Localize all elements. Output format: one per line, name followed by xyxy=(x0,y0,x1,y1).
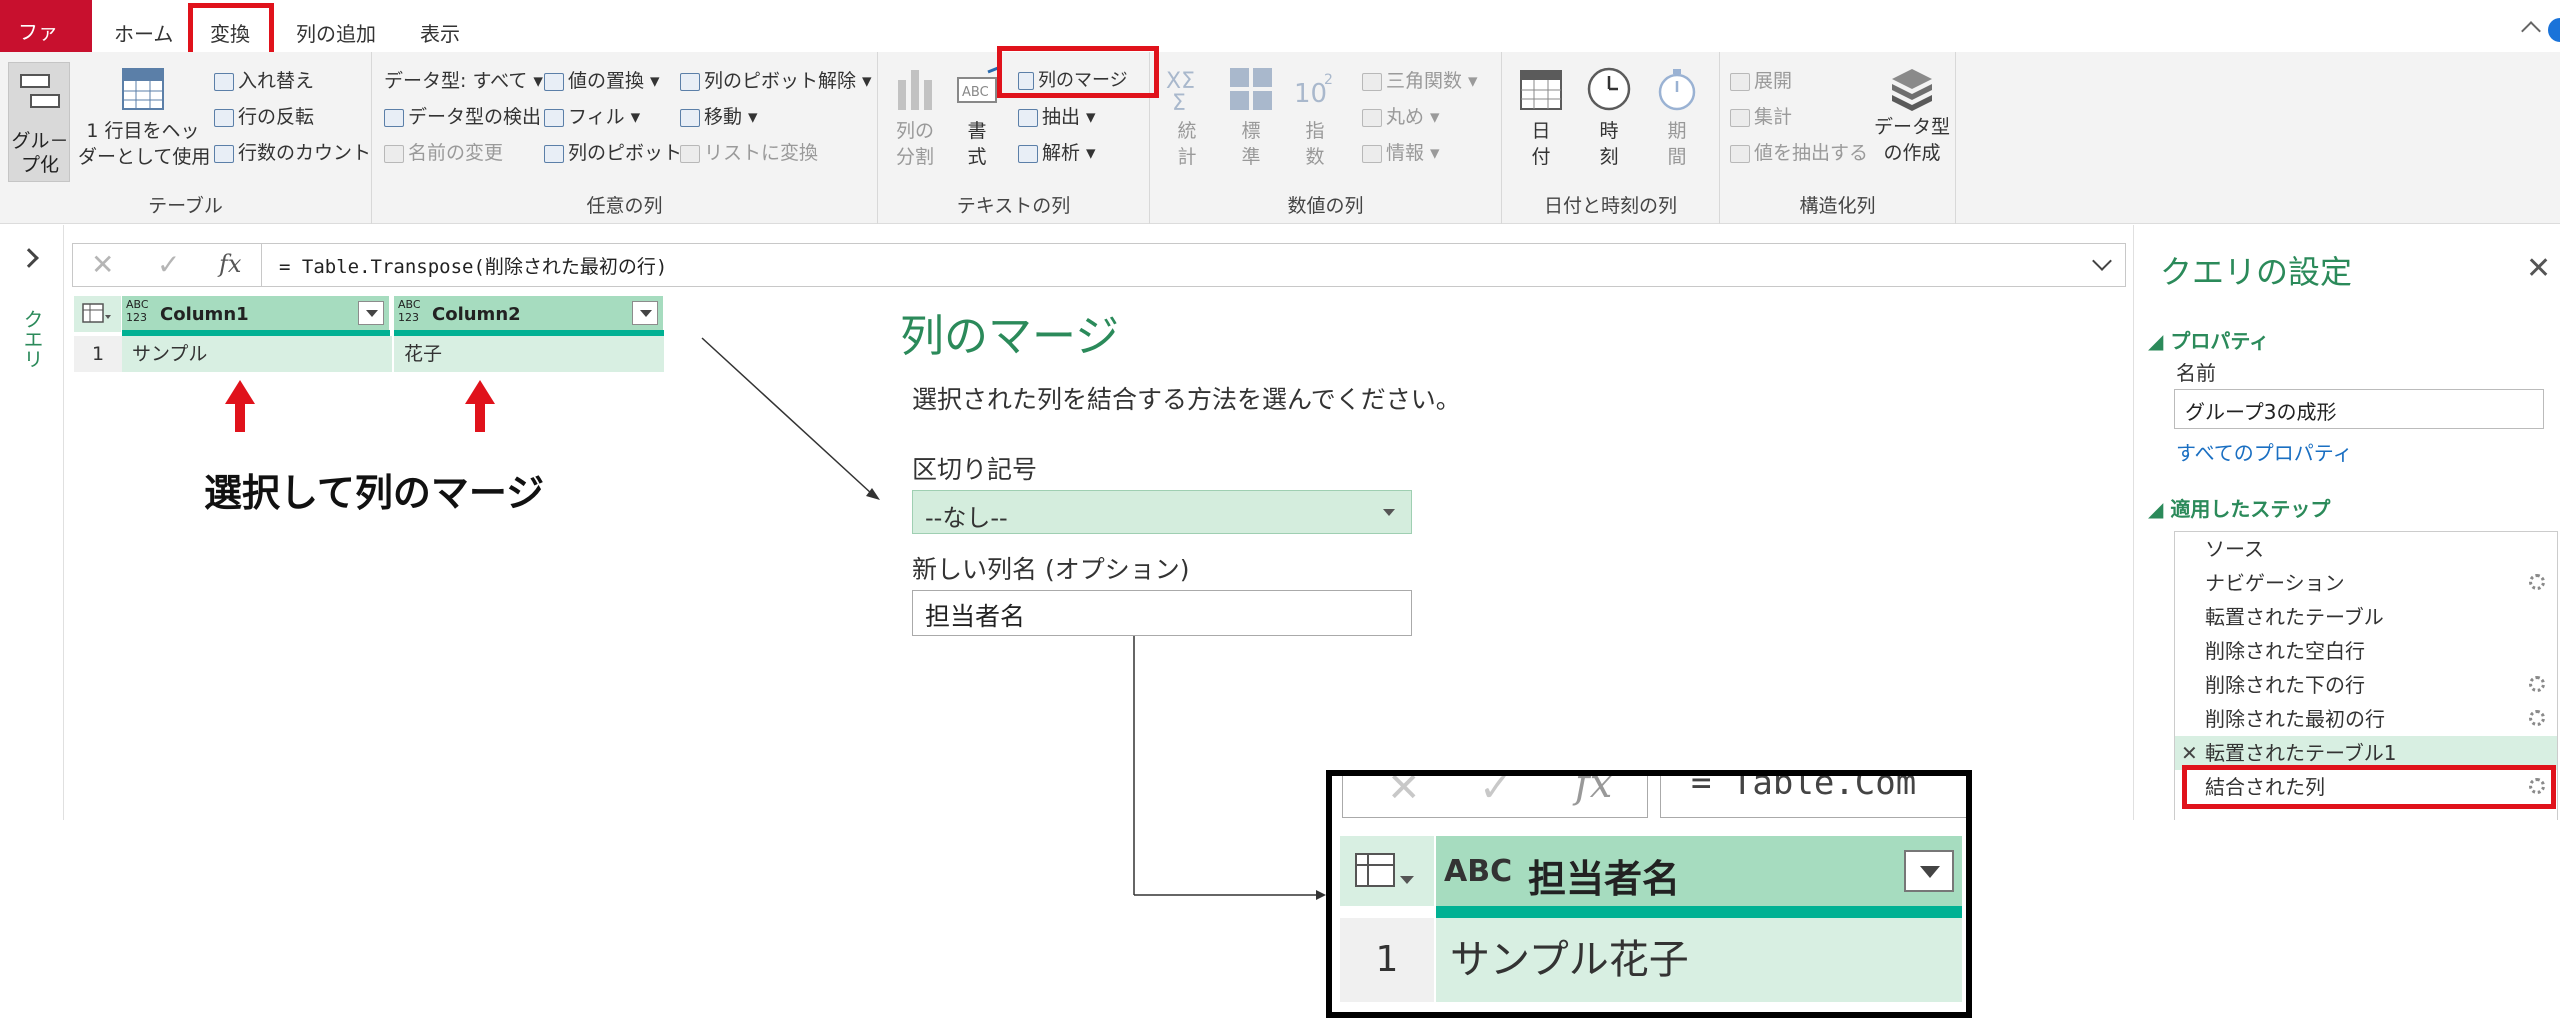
properties-section[interactable]: ◢ プロパティ xyxy=(2148,325,2269,354)
applied-steps-heading: 適用したステップ xyxy=(2170,497,2331,521)
properties-heading: プロパティ xyxy=(2170,329,2270,353)
result-formula-buttons: ✕ ✓ fx xyxy=(1342,770,1648,818)
result-table-menu xyxy=(1340,836,1434,906)
step-navigation[interactable]: ナビゲーション xyxy=(2175,566,2557,600)
result-row-number: 1 xyxy=(1340,918,1434,1002)
step-label: 削除された下の行 xyxy=(2205,673,2365,697)
chevron-down-icon xyxy=(1920,866,1940,878)
annotation-text: 選択して列のマージ xyxy=(204,471,545,515)
close-settings-icon[interactable]: ✕ xyxy=(2526,251,2551,286)
arrow-up-column1 xyxy=(225,380,255,432)
result-filter-dropdown xyxy=(1904,850,1954,892)
result-formula-text-box: = Table.Com xyxy=(1660,770,1966,818)
gear-icon[interactable] xyxy=(2529,710,2545,726)
cancel-icon: ✕ xyxy=(1387,770,1421,811)
function-icon: fx xyxy=(1575,770,1613,807)
chevron-down-icon xyxy=(1383,509,1395,516)
query-name-value: グループ3の成形 xyxy=(2185,400,2337,424)
check-icon: ✓ xyxy=(1479,770,1513,811)
step-transposed-table[interactable]: 転置されたテーブル xyxy=(2175,600,2557,634)
query-settings-pane: クエリの設定 ✕ ◢ プロパティ 名前 グループ3の成形 すべてのプロパティ ◢… xyxy=(2133,225,2560,820)
result-column-name: 担当者名 xyxy=(1528,857,1681,901)
applied-steps-section[interactable]: ◢ 適用したステップ xyxy=(2148,493,2330,522)
query-name-input[interactable]: グループ3の成形 xyxy=(2174,389,2544,429)
arrow-to-dialog xyxy=(701,337,880,500)
separator-label: 区切り記号 xyxy=(912,455,1038,484)
result-column-header: ABC 担当者名 xyxy=(1436,836,1962,906)
dialog-description: 選択された列を結合する方法を選んでください。 xyxy=(912,385,1461,414)
new-name-label: 新しい列名 (オプション) xyxy=(912,555,1190,584)
step-label: ソース xyxy=(2205,537,2264,561)
settings-title: クエリの設定 xyxy=(2160,253,2353,291)
highlight-merged-step xyxy=(2182,765,2556,809)
step-label: 転置されたテーブル1 xyxy=(2205,741,2397,765)
new-column-name-input[interactable]: 担当者名 xyxy=(912,590,1412,636)
step-label: ナビゲーション xyxy=(2205,571,2345,595)
result-cell-value: サンプル花子 xyxy=(1436,918,1962,1002)
dialog-title: 列のマージ xyxy=(900,311,1120,362)
table-icon xyxy=(1355,853,1414,887)
step-label: 削除された空白行 xyxy=(2205,639,2365,663)
merge-columns-dialog: 列のマージ 選択された列を結合する方法を選んでください。 区切り記号 --なし-… xyxy=(900,290,2100,670)
step-removed-top-rows[interactable]: 削除された最初の行 xyxy=(2175,702,2557,736)
step-removed-bottom-rows[interactable]: 削除された下の行 xyxy=(2175,668,2557,702)
text-type-icon: ABC xyxy=(1444,854,1513,889)
gear-icon[interactable] xyxy=(2529,574,2545,590)
gear-icon[interactable] xyxy=(2529,676,2545,692)
separator-value: --なし-- xyxy=(925,504,1008,532)
separator-dropdown[interactable]: --なし-- xyxy=(912,490,1412,534)
all-properties-link[interactable]: すべてのプロパティ xyxy=(2176,437,2353,466)
step-source[interactable]: ソース xyxy=(2175,532,2557,566)
arrow-up-column2 xyxy=(465,380,495,432)
new-column-name-value: 担当者名 xyxy=(925,602,1026,631)
step-label: 削除された最初の行 xyxy=(2205,707,2385,731)
connector-to-result xyxy=(1133,630,1326,900)
result-formula-text: = Table.Com xyxy=(1691,770,1917,803)
result-quality-bar xyxy=(1436,906,1962,918)
name-label: 名前 xyxy=(2176,361,2216,385)
step-label: 転置されたテーブル xyxy=(2205,605,2384,629)
step-removed-blank-rows[interactable]: 削除された空白行 xyxy=(2175,634,2557,668)
result-preview: ✕ ✓ fx = Table.Com ABC 担当者名 1 サンプル花子 xyxy=(1326,770,1972,1018)
